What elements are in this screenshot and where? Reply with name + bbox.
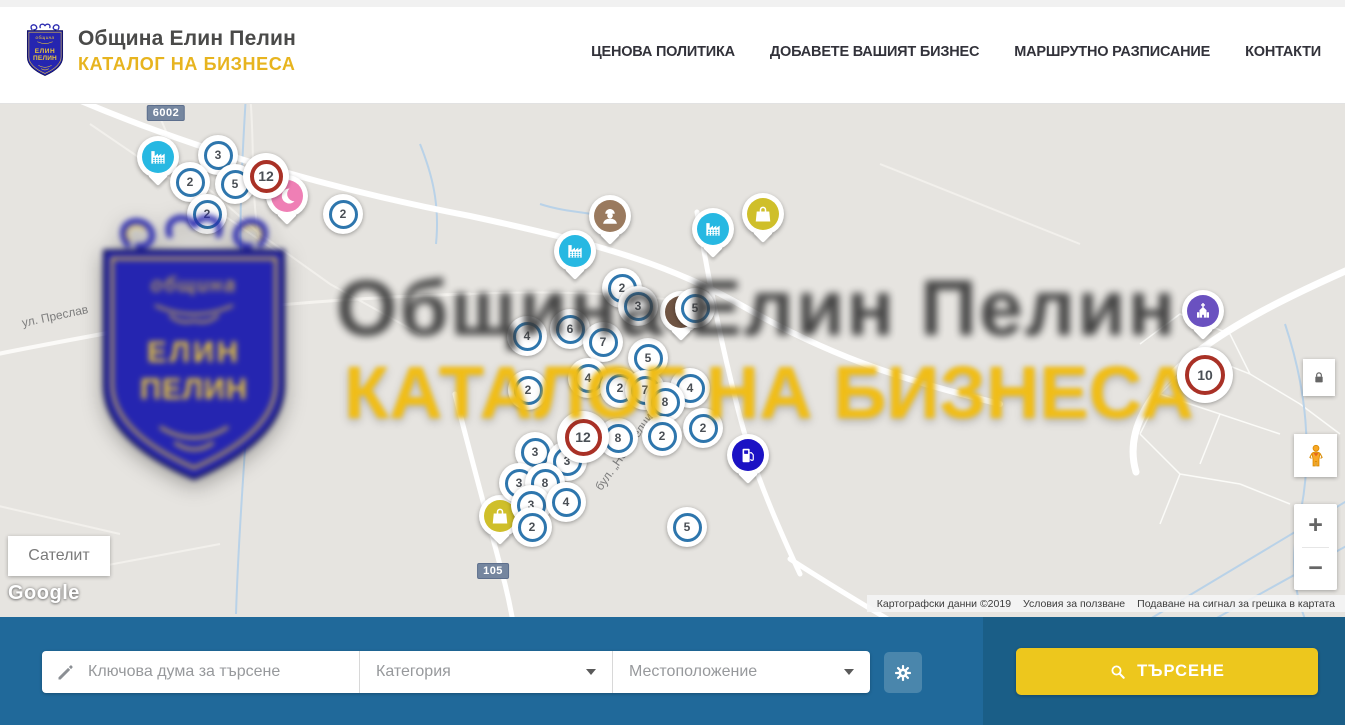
- top-strip: [0, 0, 1345, 7]
- street-view-pegman-button[interactable]: [1294, 434, 1337, 477]
- zoom-control: + −: [1294, 504, 1337, 590]
- factory-icon: [697, 213, 729, 245]
- page: община ЕЛИН ПЕЛИН Община Елин Пелин КАТА…: [0, 0, 1345, 725]
- road-badge: 6002: [147, 105, 185, 121]
- map-cluster[interactable]: 2: [512, 507, 552, 547]
- map-cluster[interactable]: 12: [243, 153, 289, 199]
- category-select[interactable]: Категория: [359, 651, 612, 693]
- map-cluster[interactable]: 10: [1177, 347, 1233, 403]
- map-pin-worker[interactable]: [589, 195, 631, 237]
- map-type-satellite-button[interactable]: Сателит: [8, 536, 110, 576]
- watermark-title: Община Елин Пелин: [336, 262, 1177, 354]
- chevron-down-icon: [586, 669, 596, 675]
- main-nav: ЦЕНОВА ПОЛИТИКА ДОБАВЕТЕ ВАШИЯТ БИЗНЕС М…: [591, 0, 1321, 104]
- search-button-label: ТЪРСЕНЕ: [1137, 662, 1225, 681]
- map-type-control: Карта Сателит: [8, 536, 110, 576]
- map-cluster[interactable]: 4: [546, 482, 586, 522]
- factory-icon: [142, 141, 174, 173]
- location-select[interactable]: Местоположение: [612, 651, 870, 693]
- map-pin-factory[interactable]: [692, 208, 734, 250]
- attribution-terms-link[interactable]: Условия за ползване: [1017, 598, 1131, 610]
- bag-icon: [747, 198, 779, 230]
- map-cluster[interactable]: 2: [323, 194, 363, 234]
- lock-button[interactable]: [1303, 359, 1335, 396]
- map-pin-church[interactable]: [1182, 290, 1224, 332]
- map-pin-fuel[interactable]: [727, 434, 769, 476]
- map-pin-bag[interactable]: [742, 193, 784, 235]
- location-placeholder: Местоположение: [629, 663, 757, 681]
- svg-text:община: община: [36, 35, 55, 40]
- svg-text:ПЕЛИН: ПЕЛИН: [140, 374, 248, 406]
- map-attribution: Картографски данни ©2019 Условия за полз…: [867, 595, 1345, 612]
- search-fields: Категория Местоположение: [42, 651, 870, 693]
- category-placeholder: Категория: [376, 663, 451, 681]
- svg-text:ПЕЛИН: ПЕЛИН: [33, 55, 57, 62]
- keyword-field[interactable]: [42, 651, 359, 693]
- gear-icon: [893, 663, 913, 683]
- nav-route-schedule[interactable]: МАРШРУТНО РАЗПИСАНИЕ: [1014, 44, 1210, 60]
- pegman-icon: [1303, 441, 1329, 471]
- lock-icon: [1311, 369, 1327, 387]
- pencil-icon: [56, 662, 76, 682]
- chevron-down-icon: [844, 669, 854, 675]
- attribution-report-error-link[interactable]: Подаване на сигнал за грешка в картата: [1131, 598, 1341, 610]
- church-icon: [1187, 295, 1219, 327]
- search-icon: [1109, 663, 1127, 681]
- zoom-out-button[interactable]: −: [1294, 548, 1337, 591]
- worker-icon: [594, 200, 626, 232]
- brand-title: Община Елин Пелин: [78, 27, 296, 51]
- brand-subtitle: КАТАЛОГ НА БИЗНЕСА: [78, 54, 296, 75]
- svg-text:ЕЛИН: ЕЛИН: [147, 337, 241, 369]
- zoom-in-button[interactable]: +: [1294, 504, 1337, 547]
- map-canvas[interactable]: община ЕЛИН ПЕЛИН Община Елин Пелин КАТА…: [0, 104, 1345, 617]
- advanced-settings-button[interactable]: [884, 652, 922, 693]
- keyword-input[interactable]: [88, 663, 338, 681]
- nav-contacts[interactable]: КОНТАКТИ: [1245, 44, 1321, 60]
- svg-text:община: община: [151, 274, 237, 297]
- nav-pricing-policy[interactable]: ЦЕНОВА ПОЛИТИКА: [591, 44, 735, 60]
- road-badge: 105: [477, 563, 509, 579]
- brand[interactable]: община ЕЛИН ПЕЛИН Община Елин Пелин КАТА…: [22, 19, 296, 83]
- google-logo[interactable]: Google: [8, 582, 80, 605]
- svg-text:ЕЛИН: ЕЛИН: [35, 48, 56, 55]
- municipality-logo-icon: община ЕЛИН ПЕЛИН: [22, 19, 68, 83]
- attribution-copyright: Картографски данни ©2019: [871, 598, 1017, 610]
- watermark-subtitle: КАТАЛОГ НА БИЗНЕСА: [344, 350, 1194, 435]
- fuel-icon: [732, 439, 764, 471]
- search-bar: Категория Местоположение: [0, 617, 1345, 725]
- header: община ЕЛИН ПЕЛИН Община Елин Пелин КАТА…: [0, 0, 1345, 104]
- nav-add-your-business[interactable]: ДОБАВЕТЕ ВАШИЯТ БИЗНЕС: [770, 44, 979, 60]
- search-button[interactable]: ТЪРСЕНЕ: [1016, 648, 1318, 695]
- map-cluster[interactable]: 5: [667, 507, 707, 547]
- watermark-emblem: община ЕЛИН ПЕЛИН: [76, 208, 312, 500]
